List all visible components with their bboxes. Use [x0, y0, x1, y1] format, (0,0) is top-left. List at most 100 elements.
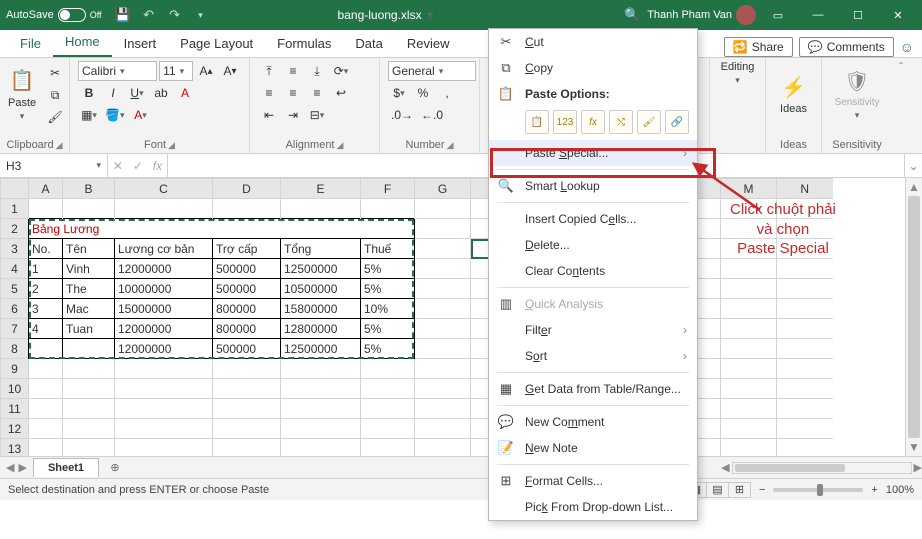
cell[interactable]: Tổng: [281, 239, 361, 259]
col-header[interactable]: E: [281, 179, 361, 199]
row-header[interactable]: 13: [1, 439, 29, 457]
cell[interactable]: [415, 199, 471, 219]
align-left-icon[interactable]: ≡: [258, 83, 280, 103]
cell[interactable]: 10%: [361, 299, 415, 319]
cell[interactable]: [361, 399, 415, 419]
ctx-copy[interactable]: ⧉Copy: [489, 55, 697, 81]
row-header[interactable]: 8: [1, 339, 29, 359]
col-header[interactable]: A: [29, 179, 63, 199]
cell[interactable]: [63, 419, 115, 439]
cell[interactable]: 5%: [361, 339, 415, 359]
cell[interactable]: [415, 219, 471, 239]
cell[interactable]: [721, 279, 777, 299]
cell[interactable]: [777, 379, 833, 399]
font-size-combo[interactable]: 11▾: [159, 61, 193, 81]
col-header[interactable]: C: [115, 179, 213, 199]
cell[interactable]: [63, 399, 115, 419]
col-header[interactable]: D: [213, 179, 281, 199]
cell[interactable]: 800000: [213, 299, 281, 319]
cell[interactable]: 12500000: [281, 259, 361, 279]
paste-formulas-icon[interactable]: fx: [581, 110, 605, 134]
cell[interactable]: [281, 419, 361, 439]
cell[interactable]: [415, 379, 471, 399]
col-header[interactable]: B: [63, 179, 115, 199]
cell[interactable]: [29, 419, 63, 439]
ctx-pick-list[interactable]: Pick From Drop-down List...: [489, 494, 697, 520]
cell[interactable]: [29, 339, 63, 359]
font-name-combo[interactable]: Calibri▾: [78, 61, 157, 81]
cell[interactable]: [213, 419, 281, 439]
cell[interactable]: [213, 399, 281, 419]
select-all[interactable]: [1, 179, 29, 199]
double-underline-icon[interactable]: ab: [150, 83, 172, 103]
cell[interactable]: No.: [29, 239, 63, 259]
font-color-button[interactable]: A▾: [129, 105, 151, 125]
cell[interactable]: [213, 379, 281, 399]
enter-icon[interactable]: ✓: [133, 159, 143, 173]
number-format-combo[interactable]: General▾: [388, 61, 476, 81]
cell[interactable]: Tuan: [63, 319, 115, 339]
row-header[interactable]: 3: [1, 239, 29, 259]
tab-file[interactable]: File: [8, 32, 53, 57]
merge-center-icon[interactable]: ⊟▾: [306, 105, 328, 125]
cell[interactable]: [415, 299, 471, 319]
cell[interactable]: Mac: [63, 299, 115, 319]
cell[interactable]: Trợ cấp: [213, 239, 281, 259]
orientation-icon[interactable]: ⟳▾: [330, 61, 352, 81]
row-header[interactable]: 1: [1, 199, 29, 219]
row-header[interactable]: 7: [1, 319, 29, 339]
cell[interactable]: [213, 439, 281, 457]
paste-link-icon[interactable]: 🔗: [665, 110, 689, 134]
border-button[interactable]: ▦▾: [78, 105, 100, 125]
row-header[interactable]: 6: [1, 299, 29, 319]
autosave-toggle[interactable]: AutoSave Off: [6, 8, 102, 22]
cell[interactable]: [777, 319, 833, 339]
tab-data[interactable]: Data: [343, 32, 394, 57]
share-button[interactable]: 🔁 Share: [724, 37, 793, 57]
cell[interactable]: [415, 419, 471, 439]
cell[interactable]: [361, 419, 415, 439]
add-sheet-icon[interactable]: ⊕: [105, 461, 125, 474]
ctx-new-note[interactable]: 📝New Note: [489, 435, 697, 461]
paste-all-icon[interactable]: 📋: [525, 110, 549, 134]
font-color-swatch-icon[interactable]: A: [174, 83, 196, 103]
zoom-level[interactable]: 100%: [886, 484, 914, 496]
row-header[interactable]: 2: [1, 219, 29, 239]
cell[interactable]: [361, 199, 415, 219]
chevron-down-icon[interactable]: ▼: [426, 10, 435, 20]
cell[interactable]: [415, 319, 471, 339]
chevron-down-icon[interactable]: ▾: [735, 75, 740, 86]
page-break-view-icon[interactable]: ⊞: [729, 482, 751, 498]
ctx-cut[interactable]: ✂Cut: [489, 29, 697, 55]
cell[interactable]: [415, 339, 471, 359]
filename[interactable]: bang-luong.xlsx ▼: [338, 8, 435, 22]
vertical-scrollbar[interactable]: ▲▼: [905, 178, 922, 456]
cell[interactable]: [29, 359, 63, 379]
maximize-icon[interactable]: ☐: [840, 0, 876, 30]
cell[interactable]: [29, 379, 63, 399]
tab-formulas[interactable]: Formulas: [265, 32, 343, 57]
ctx-filter[interactable]: Filter›: [489, 317, 697, 343]
align-bottom-icon[interactable]: ⤓: [306, 61, 328, 81]
cell[interactable]: [777, 359, 833, 379]
cell[interactable]: [415, 239, 471, 259]
cell[interactable]: [721, 399, 777, 419]
cell[interactable]: Thuế: [361, 239, 415, 259]
cell[interactable]: [115, 379, 213, 399]
align-middle-icon[interactable]: ≡: [282, 61, 304, 81]
cell[interactable]: [63, 199, 115, 219]
decrease-font-icon[interactable]: A▾: [219, 61, 241, 81]
row-header[interactable]: 4: [1, 259, 29, 279]
paste-values-icon[interactable]: 123: [553, 110, 577, 134]
paste-formatting-icon[interactable]: 🖌: [637, 110, 661, 134]
decrease-decimal-icon[interactable]: ←.0: [418, 105, 446, 125]
page-layout-view-icon[interactable]: ▤: [707, 482, 729, 498]
ctx-get-data[interactable]: ▦Get Data from Table/Range...: [489, 376, 697, 402]
italic-button[interactable]: I: [102, 83, 124, 103]
cell[interactable]: 500000: [213, 279, 281, 299]
cell[interactable]: [29, 399, 63, 419]
editing-label[interactable]: Editing: [721, 61, 755, 73]
cell[interactable]: [281, 199, 361, 219]
cell[interactable]: [63, 439, 115, 457]
toggle-switch[interactable]: [58, 8, 86, 22]
